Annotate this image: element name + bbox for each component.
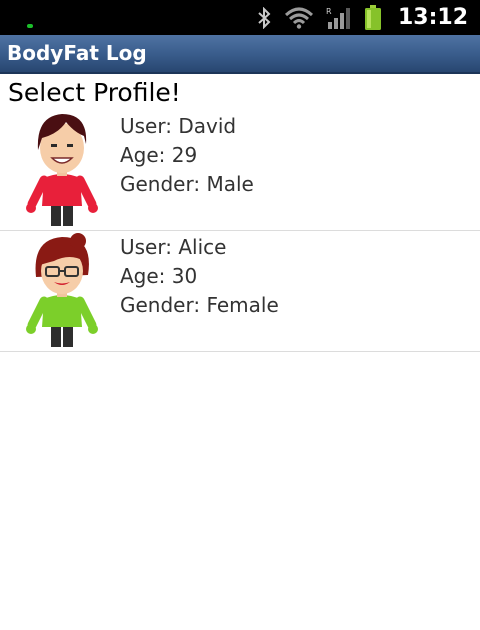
profile-age: Age: 30 [120, 264, 198, 288]
app-title-bar: BodyFat Log [0, 35, 480, 74]
profile-user: User: David [120, 114, 237, 138]
status-icons: R 13:12 [256, 0, 480, 35]
female-avatar-icon [26, 233, 98, 347]
battery-icon [364, 4, 382, 31]
roaming-label: R [326, 7, 332, 16]
profile-item-david[interactable]: User: David Age: 29 Gender: Male [0, 110, 480, 231]
app-title: BodyFat Log [7, 41, 147, 65]
bluetooth-icon [256, 6, 272, 29]
male-avatar-icon [26, 114, 98, 226]
status-clock: 13:12 [397, 5, 468, 30]
status-bar: R 13:12 [0, 0, 480, 35]
profile-item-alice[interactable]: User: Alice Age: 30 Gender: Female [0, 231, 480, 352]
notification-led-icon [27, 24, 33, 28]
signal-icon: R [326, 6, 352, 30]
profile-user: User: Alice [120, 235, 227, 259]
profile-info: User: David Age: 29 Gender: Male [120, 112, 254, 199]
profile-age: Age: 29 [120, 143, 198, 167]
page-heading: Select Profile! [8, 78, 181, 107]
profile-list: User: David Age: 29 Gender: Male User: A… [0, 110, 480, 352]
profile-gender: Gender: Male [120, 172, 254, 196]
profile-gender: Gender: Female [120, 293, 279, 317]
profile-info: User: Alice Age: 30 Gender: Female [120, 233, 279, 320]
wifi-icon [284, 7, 314, 29]
